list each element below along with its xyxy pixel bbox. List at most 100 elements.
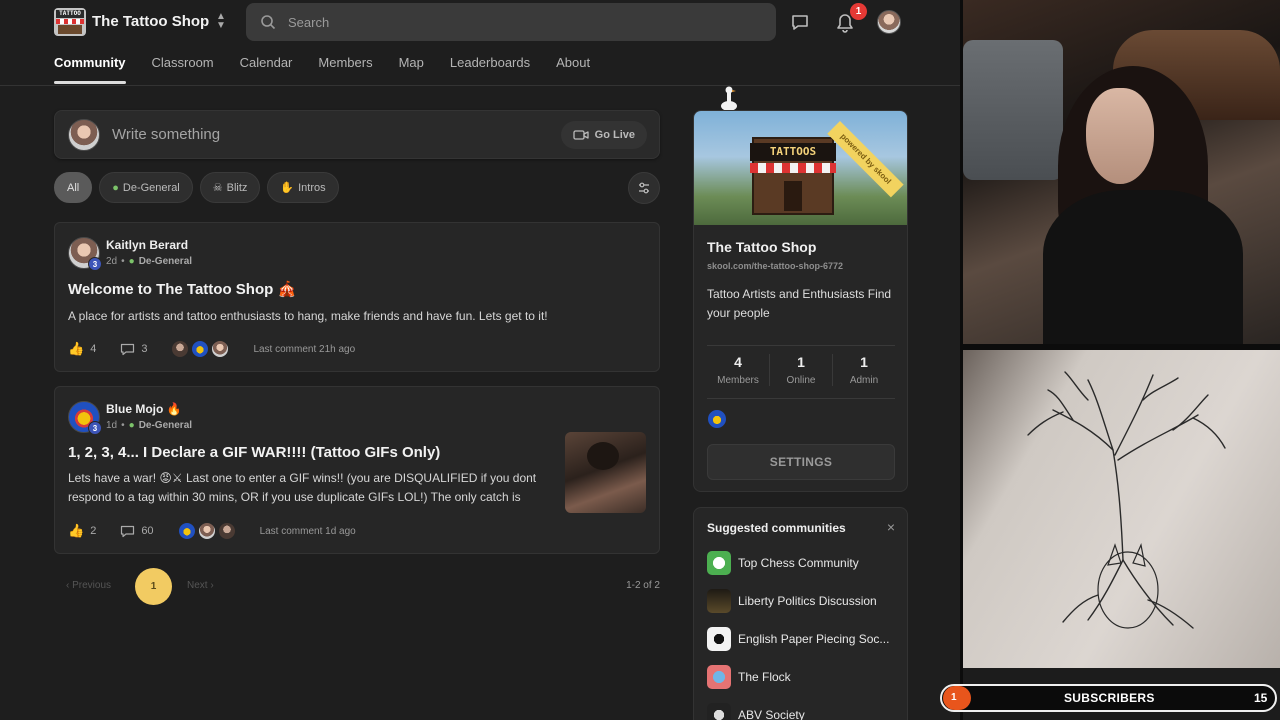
tab-members[interactable]: Members <box>318 44 372 86</box>
commenter-avatar[interactable] <box>191 340 210 358</box>
user-icon: ● <box>112 181 119 194</box>
post-composer[interactable]: Write something Go Live <box>54 110 660 159</box>
community-name: The Flock <box>738 670 791 684</box>
community-name: English Paper Piecing Soc... <box>738 632 890 646</box>
last-comment: Last comment 1d ago <box>259 525 356 537</box>
current-page[interactable]: 1 <box>135 568 172 605</box>
group-name-header[interactable]: The Tattoo Shop <box>92 13 209 30</box>
webcam-sofa <box>963 40 1063 180</box>
stat-admin[interactable]: 1 Admin <box>832 354 895 386</box>
tab-calendar[interactable]: Calendar <box>240 44 293 86</box>
commenter-avatar[interactable] <box>217 522 236 540</box>
previous-label: Previous <box>72 580 112 591</box>
group-name: The Tattoo Shop <box>707 239 817 255</box>
settings-button[interactable]: SETTINGS <box>707 444 895 480</box>
group-banner[interactable]: TATTOOS powered by skool <box>694 111 907 225</box>
comment-icon[interactable] <box>120 525 135 538</box>
group-url[interactable]: skool.com/the-tattoo-shop-6772 <box>707 261 843 271</box>
admin-avatar[interactable] <box>707 409 727 429</box>
tab-community[interactable]: Community <box>54 44 126 86</box>
composer-placeholder[interactable]: Write something <box>112 126 220 143</box>
stat-label: Members <box>717 375 759 386</box>
category-filters: All ● De-General ☠ Blitz ✋ Intros <box>54 172 339 204</box>
previous-page-button[interactable]: ‹ Previous <box>66 580 111 591</box>
post-meta: 1d • ● De-General <box>106 420 192 431</box>
community-name: Liberty Politics Discussion <box>738 594 877 608</box>
community-name: ABV Society <box>738 708 805 720</box>
next-page-button[interactable]: Next › <box>187 580 214 591</box>
comment-icon[interactable] <box>120 343 135 356</box>
search-icon <box>261 15 276 30</box>
chat-icon[interactable] <box>790 12 810 32</box>
like-count: 2 <box>90 525 97 537</box>
group-logo[interactable]: TATTOO <box>54 8 86 36</box>
suggested-item[interactable]: Top Chess Community <box>707 551 902 575</box>
stat-label: Online <box>786 375 816 386</box>
webcam-feed <box>963 0 1280 344</box>
filter-intros[interactable]: ✋ Intros <box>267 172 339 203</box>
commenter-avatar[interactable] <box>211 340 230 358</box>
suggested-item[interactable]: ABV Society <box>707 703 902 720</box>
post-body: Lets have a war! 😡⚔ Last one to enter a … <box>68 471 537 504</box>
stat-online[interactable]: 1 Online <box>769 354 832 386</box>
go-live-button[interactable]: Go Live <box>560 121 647 149</box>
next-label: Next <box>187 580 208 591</box>
tab-leaderboards[interactable]: Leaderboards <box>450 44 530 86</box>
commenter-avatar[interactable] <box>171 340 190 358</box>
post-title[interactable]: 1, 2, 3, 4... I Declare a GIF WAR!!!! (T… <box>68 444 440 461</box>
comment-count: 3 <box>141 343 148 355</box>
tab-about[interactable]: About <box>556 44 590 86</box>
subscriber-current: 1 <box>943 686 971 710</box>
filter-blitz[interactable]: ☠ Blitz <box>199 172 261 203</box>
suggested-item[interactable]: English Paper Piecing Soc... <box>707 627 902 651</box>
sliders-icon <box>639 182 649 194</box>
suggested-communities: Suggested communities × Top Chess Commun… <box>693 507 908 720</box>
tattoo-tree-illustration <box>1027 371 1226 629</box>
filter-de-general[interactable]: ● De-General <box>99 172 193 203</box>
user-icon: ● <box>128 420 135 431</box>
post-title[interactable]: Welcome to The Tattoo Shop 🎪 <box>68 280 296 298</box>
powered-by-ribbon[interactable]: powered by skool <box>827 121 904 198</box>
logo-text: TATTOO <box>56 10 84 18</box>
community-icon <box>707 589 731 613</box>
stat-members[interactable]: 4 Members <box>707 354 769 386</box>
suggested-item[interactable]: Liberty Politics Discussion <box>707 589 902 613</box>
stat-value: 1 <box>797 354 805 370</box>
search-bar[interactable] <box>246 3 776 41</box>
post-author-name[interactable]: Blue Mojo 🔥 <box>106 402 182 416</box>
post-author-name[interactable]: Kaitlyn Berard <box>106 238 188 252</box>
close-icon[interactable]: × <box>887 520 895 534</box>
like-count: 4 <box>90 343 97 355</box>
stat-value: 4 <box>734 354 742 370</box>
level-badge: 3 <box>88 421 102 435</box>
tab-classroom[interactable]: Classroom <box>152 44 214 86</box>
last-comment: Last comment 21h ago <box>253 343 356 355</box>
subscriber-label: SUBSCRIBERS <box>1064 691 1155 705</box>
stat-label: Admin <box>849 375 879 386</box>
go-live-label: Go Live <box>594 129 635 141</box>
webcam-face <box>1086 88 1154 184</box>
tab-map[interactable]: Map <box>399 44 424 86</box>
group-switcher-icon[interactable]: ▲ ▼ <box>214 12 228 32</box>
post-footer: 👍 2 60 Last comment 1d ago <box>68 522 356 540</box>
filter-settings-button[interactable] <box>628 172 660 204</box>
commenter-avatar[interactable] <box>177 522 196 540</box>
search-input[interactable] <box>288 12 758 32</box>
level-badge: 3 <box>88 257 102 271</box>
post-footer: 👍 4 3 Last comment 21h ago <box>68 340 355 358</box>
post-time: 2d <box>106 256 118 267</box>
like-icon[interactable]: 👍 <box>68 523 84 539</box>
suggested-item[interactable]: The Flock <box>707 665 902 689</box>
post-card[interactable]: 3 Blue Mojo 🔥 1d • ● De-General 1, 2, 3, … <box>54 386 660 554</box>
post-category[interactable]: De-General <box>139 256 192 267</box>
user-avatar[interactable] <box>877 10 901 34</box>
filter-all-label: All <box>67 181 80 194</box>
post-thumbnail[interactable] <box>565 432 646 513</box>
post-category[interactable]: De-General <box>139 420 192 431</box>
like-icon[interactable]: 👍 <box>68 341 84 357</box>
nav-divider <box>0 85 960 86</box>
filter-all[interactable]: All <box>54 172 93 203</box>
post-card[interactable]: 3 Kaitlyn Berard 2d • ● De-General Welcom… <box>54 222 660 372</box>
commenter-avatar[interactable] <box>197 522 216 540</box>
pagination: ‹ Previous 1 Next › 1-2 of 2 <box>54 568 660 605</box>
